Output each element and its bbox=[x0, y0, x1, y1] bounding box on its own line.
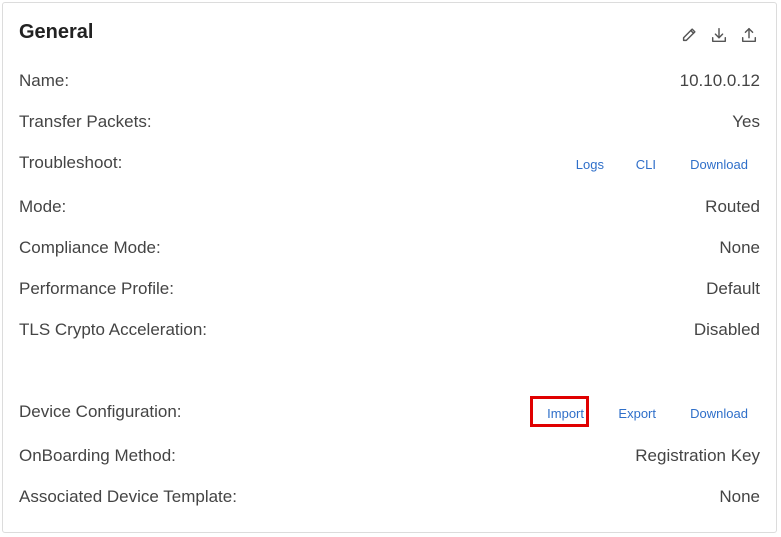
associated-template-value: None bbox=[719, 487, 760, 506]
compliance-mode-value: None bbox=[719, 238, 760, 257]
associated-template-label: Associated Device Template: bbox=[19, 487, 237, 506]
config-download-link[interactable]: Download bbox=[690, 406, 748, 421]
onboarding-method-value: Registration Key bbox=[635, 446, 760, 465]
row-name: Name: 10.10.0.12 bbox=[19, 69, 760, 95]
tls-crypto-value: Disabled bbox=[693, 320, 760, 339]
device-configuration-label: Device Configuration: bbox=[19, 402, 182, 421]
card-title: General bbox=[19, 21, 94, 43]
performance-profile-value: Default bbox=[706, 279, 760, 298]
tls-crypto-label: TLS Crypto Acceleration: bbox=[19, 320, 208, 339]
logs-link[interactable]: Logs bbox=[576, 157, 604, 172]
troubleshoot-download-link[interactable]: Download bbox=[690, 157, 748, 172]
edit-icon[interactable] bbox=[680, 25, 698, 45]
general-card: General Name: 10.10.0.12 Transfer Packet… bbox=[2, 2, 777, 533]
mode-value: Routed bbox=[705, 197, 760, 216]
row-troubleshoot: Troubleshoot: Logs CLI Download bbox=[19, 151, 760, 177]
performance-profile-label: Performance Profile: bbox=[19, 279, 174, 298]
transfer-packets-label: Transfer Packets: bbox=[19, 112, 152, 131]
cli-link[interactable]: CLI bbox=[636, 157, 656, 172]
export-link[interactable]: Export bbox=[618, 406, 656, 421]
troubleshoot-label: Troubleshoot: bbox=[19, 153, 123, 172]
row-tls-crypto: TLS Crypto Acceleration: Disabled bbox=[19, 318, 760, 344]
row-transfer-packets: Transfer Packets: Yes bbox=[19, 110, 760, 136]
upload-icon[interactable] bbox=[740, 25, 758, 45]
mode-label: Mode: bbox=[19, 197, 67, 216]
row-onboarding-method: OnBoarding Method: Registration Key bbox=[19, 444, 760, 470]
row-performance-profile: Performance Profile: Default bbox=[19, 277, 760, 303]
row-associated-template: Associated Device Template: None bbox=[19, 485, 760, 511]
row-device-configuration: Device Configuration: Import Export Down… bbox=[19, 400, 760, 426]
row-mode: Mode: Routed bbox=[19, 195, 760, 221]
name-label: Name: bbox=[19, 71, 70, 90]
card-actions bbox=[680, 25, 758, 45]
import-link[interactable]: Import bbox=[547, 406, 584, 421]
compliance-mode-label: Compliance Mode: bbox=[19, 238, 161, 257]
name-value: 10.10.0.12 bbox=[679, 71, 760, 90]
download-icon[interactable] bbox=[710, 25, 728, 45]
row-compliance-mode: Compliance Mode: None bbox=[19, 236, 760, 262]
onboarding-method-label: OnBoarding Method: bbox=[19, 446, 176, 465]
transfer-packets-value: Yes bbox=[732, 112, 760, 131]
